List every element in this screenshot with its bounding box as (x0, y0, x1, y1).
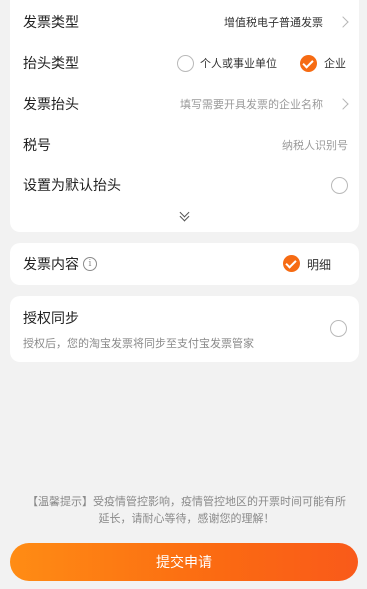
submit-button[interactable]: 提交申请 (10, 543, 358, 581)
invoice-content-card: 发票内容 i 明细 (10, 243, 359, 285)
radio-personal[interactable] (177, 55, 194, 72)
header-type-row: 抬头类型 个人或事业单位 企业 (10, 43, 359, 83)
sync-toggle[interactable] (330, 320, 347, 337)
radio-enterprise-label[interactable]: 企业 (324, 55, 346, 71)
sync-label: 授权同步 (23, 311, 79, 327)
default-header-label: 设置为默认抬头 (23, 178, 121, 194)
chevron-right-icon (337, 98, 349, 110)
sync-description: 授权后，您的淘宝发票将同步至支付宝发票管家 (23, 337, 254, 350)
radio-enterprise[interactable] (300, 55, 317, 72)
invoice-type-row[interactable]: 发票类型 增值税电子普通发票 (10, 2, 359, 42)
notice-text: 【温馨提示】受疫情管控影响，疫情管控地区的开票时间可能有所 延长，请耐心等待，感… (14, 493, 359, 527)
radio-personal-label[interactable]: 个人或事业单位 (200, 55, 277, 71)
tax-id-label: 税号 (23, 138, 51, 154)
invoice-header-row[interactable]: 发票抬头 填写需要开具发票的企业名称 (10, 84, 359, 124)
chevron-right-icon (337, 16, 349, 28)
default-header-toggle[interactable] (331, 177, 348, 194)
invoice-header-label: 发票抬头 (23, 97, 79, 113)
invoice-content-label: 发票内容 (23, 257, 79, 273)
content-detail-label[interactable]: 明细 (307, 256, 331, 273)
default-header-row: 设置为默认抬头 (10, 165, 359, 205)
header-type-label: 抬头类型 (23, 56, 79, 72)
invoice-details-card: 发票类型 增值税电子普通发票 抬头类型 个人或事业单位 企业 发票抬头 填写需要… (10, 0, 359, 232)
content-detail-radio[interactable] (283, 255, 300, 272)
notice-line-1: 【温馨提示】受疫情管控影响，疫情管控地区的开票时间可能有所 (27, 495, 346, 508)
info-icon[interactable]: i (83, 257, 97, 271)
invoice-type-value: 增值税电子普通发票 (224, 16, 323, 29)
invoice-header-input[interactable]: 填写需要开具发票的企业名称 (180, 96, 323, 112)
tax-id-row[interactable]: 税号 纳税人识别号 (10, 125, 359, 165)
tax-id-input[interactable]: 纳税人识别号 (282, 137, 348, 153)
invoice-type-label: 发票类型 (23, 15, 79, 31)
sync-card: 授权同步 授权后，您的淘宝发票将同步至支付宝发票管家 (10, 296, 359, 362)
expand-icon[interactable] (178, 207, 192, 226)
notice-line-2: 延长，请耐心等待，感谢您的理解！ (98, 512, 275, 525)
